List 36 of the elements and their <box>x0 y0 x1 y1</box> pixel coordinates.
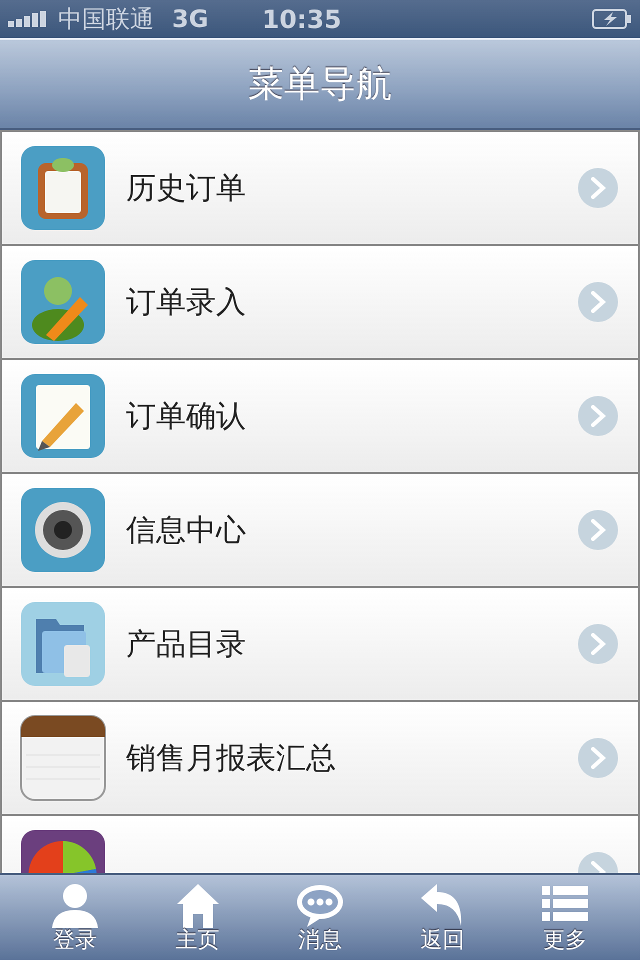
menu-item-label: 销售月报表汇总 <box>126 740 337 778</box>
chevron-right-icon <box>578 738 618 778</box>
menu-item-label: 订单录入 <box>126 284 247 322</box>
tab-bar-item[interactable]: 消息 <box>264 875 375 960</box>
chevron-right-icon <box>578 282 618 322</box>
menu-item-label: 订单确认 <box>126 398 247 436</box>
menu-item[interactable]: 信息中心 <box>2 474 638 586</box>
menu-item[interactable]: 订单确认 <box>2 360 638 472</box>
menu-item[interactable]: 销售月报表汇总 <box>2 702 638 814</box>
menu-item-label: 历史订单 <box>126 170 247 208</box>
tab-bar-item[interactable]: 主页 <box>142 875 253 960</box>
signal-icon <box>8 11 48 27</box>
menu-item[interactable]: 历史订单 <box>2 132 638 244</box>
menu-item-label: 产品目录 <box>126 626 247 664</box>
user-icon <box>50 882 100 928</box>
notepad-icon <box>20 715 106 801</box>
chevron-right-icon <box>578 510 618 550</box>
battery-icon <box>592 9 632 29</box>
carrier-name: 中国联通 <box>58 4 154 35</box>
tab-bar-item[interactable]: 返回 <box>387 875 498 960</box>
tab-bar-item[interactable]: 登录 <box>20 875 130 960</box>
menu-item[interactable]: 产品目录 <box>2 588 638 700</box>
tab-bar-item[interactable]: 更多 <box>510 875 620 960</box>
clipboard-icon <box>20 145 106 231</box>
menu-item-label: 信息中心 <box>126 512 247 550</box>
network-type: 3G <box>172 5 210 33</box>
user-edit-icon <box>20 259 106 345</box>
chevron-right-icon <box>578 624 618 664</box>
speaker-icon <box>20 487 106 573</box>
clock-time: 10:35 <box>262 4 342 34</box>
menu-item[interactable]: 订单录入 <box>2 246 638 358</box>
folder-icon <box>20 601 106 687</box>
page-title: 菜单导航 <box>248 62 392 106</box>
chevron-right-icon <box>578 168 618 208</box>
chevron-right-icon <box>578 396 618 436</box>
document-edit-icon <box>20 373 106 459</box>
